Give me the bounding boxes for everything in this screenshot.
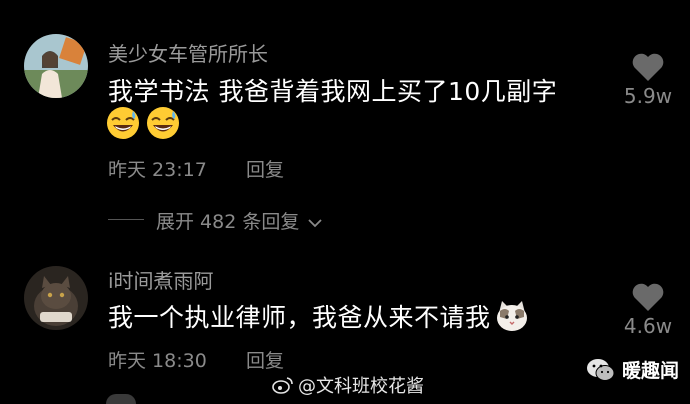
comment-time: 昨天 23:17 [108,159,207,181]
comment-item: 美少女车管所所长 我学书法 我爸背着我网上买了10几副字 昨天 23:17 回复… [0,0,690,260]
username[interactable]: i时间煮雨阿 [108,265,214,294]
grinning-sweat-emoji [107,107,139,139]
weibo-handle: @文科班校花酱 [298,376,424,397]
comment-text-row: 我一个执业律师，我爸从来不请我 [108,298,529,334]
wechat-watermark: 暖趣闻 [586,356,679,383]
cat-emoji [496,301,527,331]
wechat-logo-icon [587,358,615,381]
avatar[interactable] [24,266,88,330]
username[interactable]: 美少女车管所所长 [108,38,268,67]
like-count: 4.6w [623,314,673,338]
reply-button[interactable]: 回复 [246,346,284,373]
weibo-watermark: @文科班校花酱 [272,372,424,398]
next-comment-avatar-edge [106,394,136,404]
avatar[interactable] [24,34,88,98]
wechat-account: 暖趣闻 [622,360,680,382]
like-button[interactable]: 5.9w [618,52,678,108]
avatar-cat-icon [24,266,88,330]
emoji-row [106,106,180,142]
chevron-down-icon [308,218,323,227]
heart-icon [632,53,664,81]
comment-text: 我学书法 我爸背着我网上买了10几副字 [108,77,558,106]
weibo-logo-icon [272,377,293,394]
expand-divider [108,219,144,220]
grinning-sweat-emoji [147,107,179,139]
comment-time: 昨天 18:30 [108,350,207,372]
like-button[interactable]: 4.6w [618,282,678,338]
expand-replies-button[interactable]: 展开 482 条回复 [156,207,323,234]
heart-icon [632,283,664,311]
expand-replies-label: 展开 482 条回复 [156,211,300,233]
reply-button[interactable]: 回复 [246,155,284,182]
avatar-photo-icon [24,34,88,98]
comment-text: 我一个执业律师，我爸从来不请我 [108,303,491,332]
like-count: 5.9w [623,84,673,108]
